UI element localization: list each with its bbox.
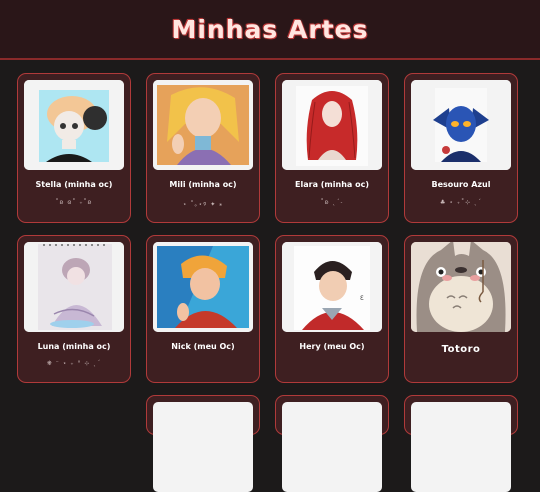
art-image-mili[interactable]	[153, 80, 253, 170]
art-card-stella[interactable]: Stella (minha oc) ˚ʚ ɞ˚ ₊˚ʚ	[17, 73, 131, 223]
art-card-row3-2[interactable]	[275, 395, 389, 492]
art-title: Totoro	[441, 344, 481, 355]
art-card-besouro[interactable]: Besouro Azul ♣ ⋆ ₊˚⊹ ˎˊ	[404, 73, 518, 223]
art-title: Hery (meu Oc)	[299, 342, 365, 351]
art-card-hery[interactable]: Ɛ Hery (meu Oc)	[275, 235, 389, 383]
art-card-row3-3[interactable]	[404, 395, 518, 492]
art-decoration: ˚ʚ ɞ˚ ₊˚ʚ	[55, 199, 93, 206]
art-card-luna[interactable]: Luna (minha oc) ❋ ⁻ ⋆ ₊ ° ⊹ ˎˊ	[17, 235, 131, 383]
art-title: Nick (meu Oc)	[171, 342, 235, 351]
art-image-elara[interactable]	[282, 80, 382, 170]
art-image[interactable]	[411, 402, 511, 492]
art-image-stella[interactable]	[24, 80, 124, 170]
art-card-mili[interactable]: Mili (minha oc) ⋆ ˚｡⋆୨ ✦ ⁎	[146, 73, 260, 223]
art-decoration: ♣ ⋆ ₊˚⊹ ˎˊ	[439, 199, 483, 206]
art-title: Elara (minha oc)	[295, 180, 369, 189]
art-title: Mili (minha oc)	[169, 180, 237, 189]
art-title: Besouro Azul	[431, 180, 491, 189]
art-decoration: ❋ ⁻ ⋆ ₊ ° ⊹ ˎˊ	[46, 360, 102, 367]
art-card-elara[interactable]: Elara (minha oc) ˚ʚ ˎˊ˗	[275, 73, 389, 223]
page-title: Minhas Artes	[171, 14, 369, 44]
art-decoration: ˚ʚ ˎˊ˗	[320, 199, 344, 206]
art-card-totoro[interactable]: Totoro	[404, 235, 518, 383]
art-image-besouro[interactable]	[411, 80, 511, 170]
svg-text:Ɛ: Ɛ	[360, 295, 364, 302]
art-card-row3-1[interactable]	[146, 395, 260, 492]
art-card-nick[interactable]: Nick (meu Oc)	[146, 235, 260, 383]
art-title: Luna (minha oc)	[37, 342, 111, 351]
art-image[interactable]	[282, 402, 382, 492]
art-image-nick[interactable]	[153, 242, 253, 332]
art-decoration: ⋆ ˚｡⋆୨ ✦ ⁎	[182, 201, 224, 208]
art-title: Stella (minha oc)	[35, 180, 113, 189]
art-image-luna[interactable]	[24, 242, 124, 332]
art-image-totoro[interactable]	[411, 242, 511, 332]
page-header: Minhas Artes	[0, 0, 540, 60]
art-image-hery[interactable]: Ɛ	[282, 242, 382, 332]
art-image[interactable]	[153, 402, 253, 492]
